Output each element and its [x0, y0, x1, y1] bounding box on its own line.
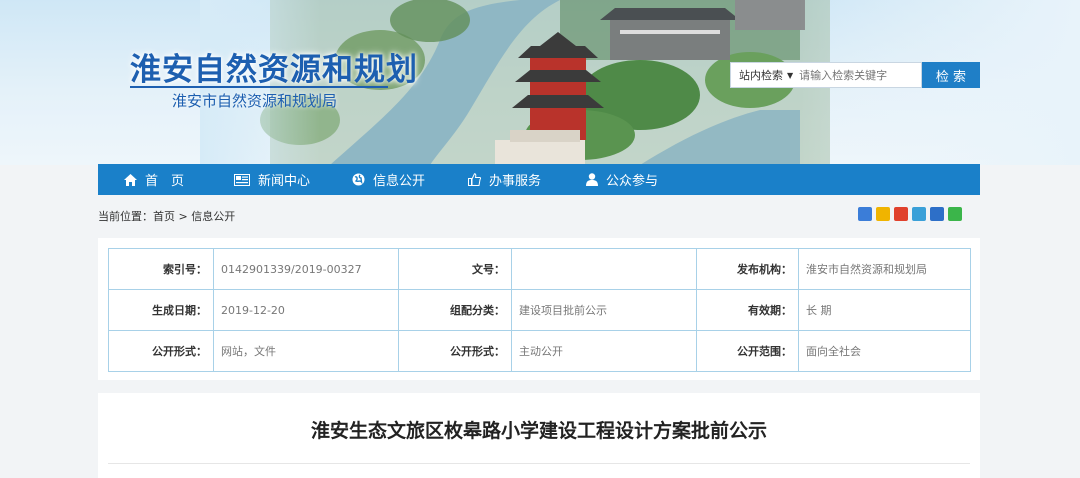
main-nav: 首 页 新闻中心 信息公开 办事服务 公众参与 [98, 164, 980, 195]
nav-item-label: 首 页 [145, 174, 185, 189]
search-box: 站内检索 ▼ [730, 62, 922, 88]
home-icon [124, 173, 137, 186]
tencent-weibo-icon[interactable] [912, 207, 926, 221]
publisher-value: 淮安市自然资源和规划局 [798, 248, 971, 290]
nav-item-label: 新闻中心 [258, 174, 311, 189]
article-title: 淮安生态文旅区枚皋路小学建设工程设计方案批前公示 [310, 420, 767, 442]
nav-item-label: 办事服务 [489, 174, 542, 189]
index-number-label: 索引号： [108, 248, 214, 290]
thumbs-up-icon [468, 173, 481, 186]
document-metadata-table: 索引号： 0142901339/2019-00327 文号： 发布机构： 淮安市… [108, 248, 971, 372]
publisher-label: 发布机构： [696, 248, 799, 290]
nav-item-home[interactable]: 首 页 [124, 164, 184, 195]
nav-item-info-disclosure[interactable]: 信息公开 [352, 164, 425, 195]
search-scope-select[interactable]: 站内检索 ▼ [731, 67, 799, 83]
header-banner: 淮安自然资源和规划 淮安市自然资源和规划局 站内检索 ▼ 检 索 [0, 0, 1080, 165]
chevron-down-icon: ▼ [787, 70, 794, 80]
document-number-label: 文号： [398, 248, 512, 290]
breadcrumb: 当前位置：首页 > 信息公开 [98, 210, 236, 223]
title-divider [108, 463, 970, 464]
table-row: 索引号： 0142901339/2019-00327 文号： 发布机构： 淮安市… [108, 248, 971, 290]
nav-item-label: 公众参与 [606, 174, 659, 189]
index-number-value: 0142901339/2019-00327 [213, 248, 399, 290]
category-value: 建设项目批前公示 [511, 289, 697, 331]
globe-icon [352, 173, 365, 186]
newspaper-icon [234, 173, 250, 186]
validity-value: 长 期 [798, 289, 971, 331]
disclosure-mode-value: 主动公开 [511, 330, 697, 372]
site-subtitle: 淮安市自然资源和规划局 [172, 92, 338, 110]
weibo-icon[interactable] [894, 207, 908, 221]
info-panel: 索引号： 0142901339/2019-00327 文号： 发布机构： 淮安市… [98, 238, 980, 380]
created-date-value: 2019-12-20 [213, 289, 399, 331]
search-button[interactable]: 检 索 [922, 62, 980, 88]
article-panel: 淮安生态文旅区枚皋路小学建设工程设计方案批前公示 [98, 393, 980, 478]
wechat-icon[interactable] [948, 207, 962, 221]
search-scope-label: 站内检索 [739, 69, 783, 82]
disclosure-format-value: 网站，文件 [213, 330, 399, 372]
nav-item-label: 信息公开 [373, 174, 426, 189]
user-icon [586, 173, 598, 186]
site-title: 淮安自然资源和规划 [130, 52, 418, 88]
renren-icon[interactable] [930, 207, 944, 221]
nav-item-public-participation[interactable]: 公众参与 [586, 164, 658, 195]
search-input[interactable] [799, 64, 910, 86]
qzone-icon[interactable] [876, 207, 890, 221]
disclosure-scope-label: 公开范围： [696, 330, 799, 372]
document-number-value [511, 248, 697, 290]
share-toolbar [858, 207, 962, 221]
table-row: 生成日期： 2019-12-20 组配分类： 建设项目批前公示 有效期： 长 期 [108, 289, 971, 331]
title-underline [130, 86, 388, 88]
disclosure-mode-label: 公开形式： [398, 330, 512, 372]
table-row: 公开形式： 网站，文件 公开形式： 主动公开 公开范围： 面向全社会 [108, 330, 971, 372]
created-date-label: 生成日期： [108, 289, 214, 331]
category-label: 组配分类： [398, 289, 512, 331]
plus-share-icon[interactable] [858, 207, 872, 221]
nav-item-news[interactable]: 新闻中心 [234, 164, 310, 195]
validity-label: 有效期： [696, 289, 799, 331]
nav-item-services[interactable]: 办事服务 [468, 164, 541, 195]
search-bar: 站内检索 ▼ 检 索 [730, 62, 980, 88]
disclosure-format-label: 公开形式： [108, 330, 214, 372]
disclosure-scope-value: 面向全社会 [798, 330, 971, 372]
